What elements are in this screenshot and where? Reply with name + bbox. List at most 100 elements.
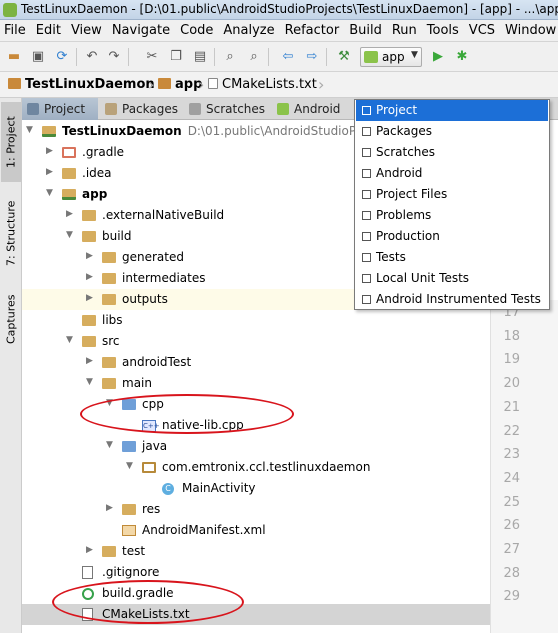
tree-item[interactable]: ▼ java xyxy=(22,436,490,457)
expand-arrow-icon[interactable]: ▶ xyxy=(46,167,56,177)
view-icon xyxy=(362,127,371,136)
expand-arrow-icon[interactable]: ▶ xyxy=(66,209,76,219)
breadcrumb-item-file[interactable]: CMakeLists.txt xyxy=(208,77,317,92)
breadcrumb-item-project[interactable]: TestLinuxDaemon xyxy=(8,77,155,92)
menu-run[interactable]: Run xyxy=(387,20,417,38)
find-icon[interactable]: ⌕ xyxy=(222,49,238,65)
menu-edit[interactable]: Edit xyxy=(31,20,61,38)
menu-file[interactable]: File xyxy=(0,20,26,38)
tree-item[interactable]: C MainActivity xyxy=(22,478,490,499)
tree-item-text: AndroidManifest.xml xyxy=(142,523,266,537)
debug-icon[interactable]: ✱ xyxy=(454,49,470,65)
expand-arrow-icon[interactable]: ▶ xyxy=(86,293,96,303)
menu-navigate[interactable]: Navigate xyxy=(107,20,170,38)
tree-item-label: outputs xyxy=(122,292,168,306)
collapse-arrow-icon[interactable]: ▼ xyxy=(66,335,76,345)
collapse-arrow-icon[interactable]: ▼ xyxy=(26,125,36,135)
tab-project-tool[interactable]: 1: Project xyxy=(1,102,21,182)
tab-structure-tool[interactable]: 7: Structure xyxy=(1,190,21,276)
view-icon xyxy=(362,106,371,115)
menu-view[interactable]: View xyxy=(66,20,102,38)
expand-arrow-icon[interactable]: ▶ xyxy=(86,251,96,261)
redo-icon[interactable]: ↷ xyxy=(106,49,122,65)
collapse-arrow-icon[interactable]: ▼ xyxy=(66,230,76,240)
tree-item[interactable]: libs xyxy=(22,310,490,331)
tree-item[interactable]: ▼ com.emtronix.ccl.testlinuxdaemon xyxy=(22,457,490,478)
run-config-select[interactable]: app ▼ xyxy=(360,47,422,67)
folder-icon xyxy=(158,78,171,89)
expand-arrow-icon[interactable]: ▶ xyxy=(46,146,56,156)
collapse-arrow-icon[interactable]: ▼ xyxy=(86,377,96,387)
android-icon xyxy=(277,103,289,115)
tree-item[interactable]: ▶ androidTest xyxy=(22,352,490,373)
tree-item-text: src xyxy=(102,334,120,348)
tree-item[interactable]: ▶ res xyxy=(22,499,490,520)
breadcrumb-item-app[interactable]: app xyxy=(158,77,202,92)
open-icon[interactable]: ▬ xyxy=(6,49,22,65)
back-icon[interactable]: ⇦ xyxy=(280,49,296,65)
collapse-arrow-icon[interactable]: ▼ xyxy=(106,440,116,450)
menu-item-project[interactable]: Project xyxy=(356,100,548,121)
sync-icon[interactable]: ⟳ xyxy=(54,49,70,65)
menu-code[interactable]: Code xyxy=(175,20,213,38)
tree-item-label: androidTest xyxy=(122,355,192,369)
expand-arrow-icon[interactable]: ▶ xyxy=(86,545,96,555)
menu-vcs[interactable]: VCS xyxy=(464,20,495,38)
menu-build[interactable]: Build xyxy=(344,20,382,38)
menu-analyze[interactable]: Analyze xyxy=(218,20,274,38)
build-icon[interactable]: ⚒ xyxy=(336,49,352,65)
expand-arrow-icon[interactable]: ▶ xyxy=(86,356,96,366)
tab-android[interactable]: Android xyxy=(272,98,350,120)
paste-icon[interactable]: ▤ xyxy=(192,49,208,65)
forward-icon[interactable]: ⇨ xyxy=(304,49,320,65)
tab-packages[interactable]: Packages xyxy=(100,98,180,120)
save-icon[interactable]: ▣ xyxy=(30,49,46,65)
tree-item[interactable]: .gitignore xyxy=(22,562,490,583)
collapse-arrow-icon[interactable]: ▼ xyxy=(46,188,56,198)
menu-item-production[interactable]: Production xyxy=(356,226,548,247)
project-icon xyxy=(27,103,39,115)
tree-item-text: .gitignore xyxy=(102,565,159,579)
expand-arrow-icon[interactable]: ▶ xyxy=(106,503,116,513)
menu-item-tests[interactable]: Tests xyxy=(356,247,548,268)
menu-item-android[interactable]: Android xyxy=(356,163,548,184)
menu-refactor[interactable]: Refactor xyxy=(280,20,340,38)
tree-item[interactable]: AndroidManifest.xml xyxy=(22,520,490,541)
undo-icon[interactable]: ↶ xyxy=(84,49,100,65)
tree-item-label: .externalNativeBuild xyxy=(102,208,225,222)
tree-item-label: res xyxy=(142,502,161,516)
expand-arrow-icon[interactable]: ▶ xyxy=(86,272,96,282)
line-number: 27 xyxy=(503,542,520,557)
annotation-circle-cmake xyxy=(52,580,244,624)
collapse-arrow-icon[interactable]: ▼ xyxy=(126,461,136,471)
menu-item-label: Android Instrumented Tests xyxy=(376,292,541,306)
menu-item-problems[interactable]: Problems xyxy=(356,205,548,226)
menu-item-packages[interactable]: Packages xyxy=(356,121,548,142)
menu-item-scratches[interactable]: Scratches xyxy=(356,142,548,163)
menu-item-project-files[interactable]: Project Files xyxy=(356,184,548,205)
tree-item-label: MainActivity xyxy=(182,481,256,495)
tree-item[interactable]: ▼ src xyxy=(22,331,490,352)
menu-tools[interactable]: Tools xyxy=(422,20,459,38)
tree-item-text: .externalNativeBuild xyxy=(102,208,224,222)
tree-item-label: .gradle xyxy=(82,145,125,159)
line-number: 29 xyxy=(503,589,520,605)
tree-item-text: intermediates xyxy=(122,271,205,285)
menu-item-android-instrumented-tests[interactable]: Android Instrumented Tests xyxy=(356,289,548,310)
file-icon xyxy=(82,566,93,579)
copy-icon[interactable]: ❐ xyxy=(168,49,184,65)
tab-scratches[interactable]: Scratches xyxy=(184,98,268,120)
tree-item[interactable]: ▶ test xyxy=(22,541,490,562)
tree-item[interactable]: ▼ main xyxy=(22,373,490,394)
tree-item-text: TestLinuxDaemon D:\01.public\AndroidStudi… xyxy=(62,124,361,138)
tab-captures-tool[interactable]: Captures xyxy=(1,284,21,354)
cut-icon[interactable]: ✂ xyxy=(144,49,160,65)
toolbar: ▬ ▣ ⟳ ↶ ↷ ✂ ❐ ▤ ⌕ ⌕ ⇦ ⇨ ⚒ app ▼ ▶ ✱ xyxy=(0,42,558,72)
menu-item-local-unit-tests[interactable]: Local Unit Tests xyxy=(356,268,548,289)
run-icon[interactable]: ▶ xyxy=(430,49,446,65)
tree-item-text: libs xyxy=(102,313,123,327)
menu-window[interactable]: Window xyxy=(500,20,556,38)
replace-icon[interactable]: ⌕ xyxy=(246,49,262,65)
tab-project[interactable]: Project xyxy=(22,98,98,120)
folder-icon xyxy=(62,168,76,179)
